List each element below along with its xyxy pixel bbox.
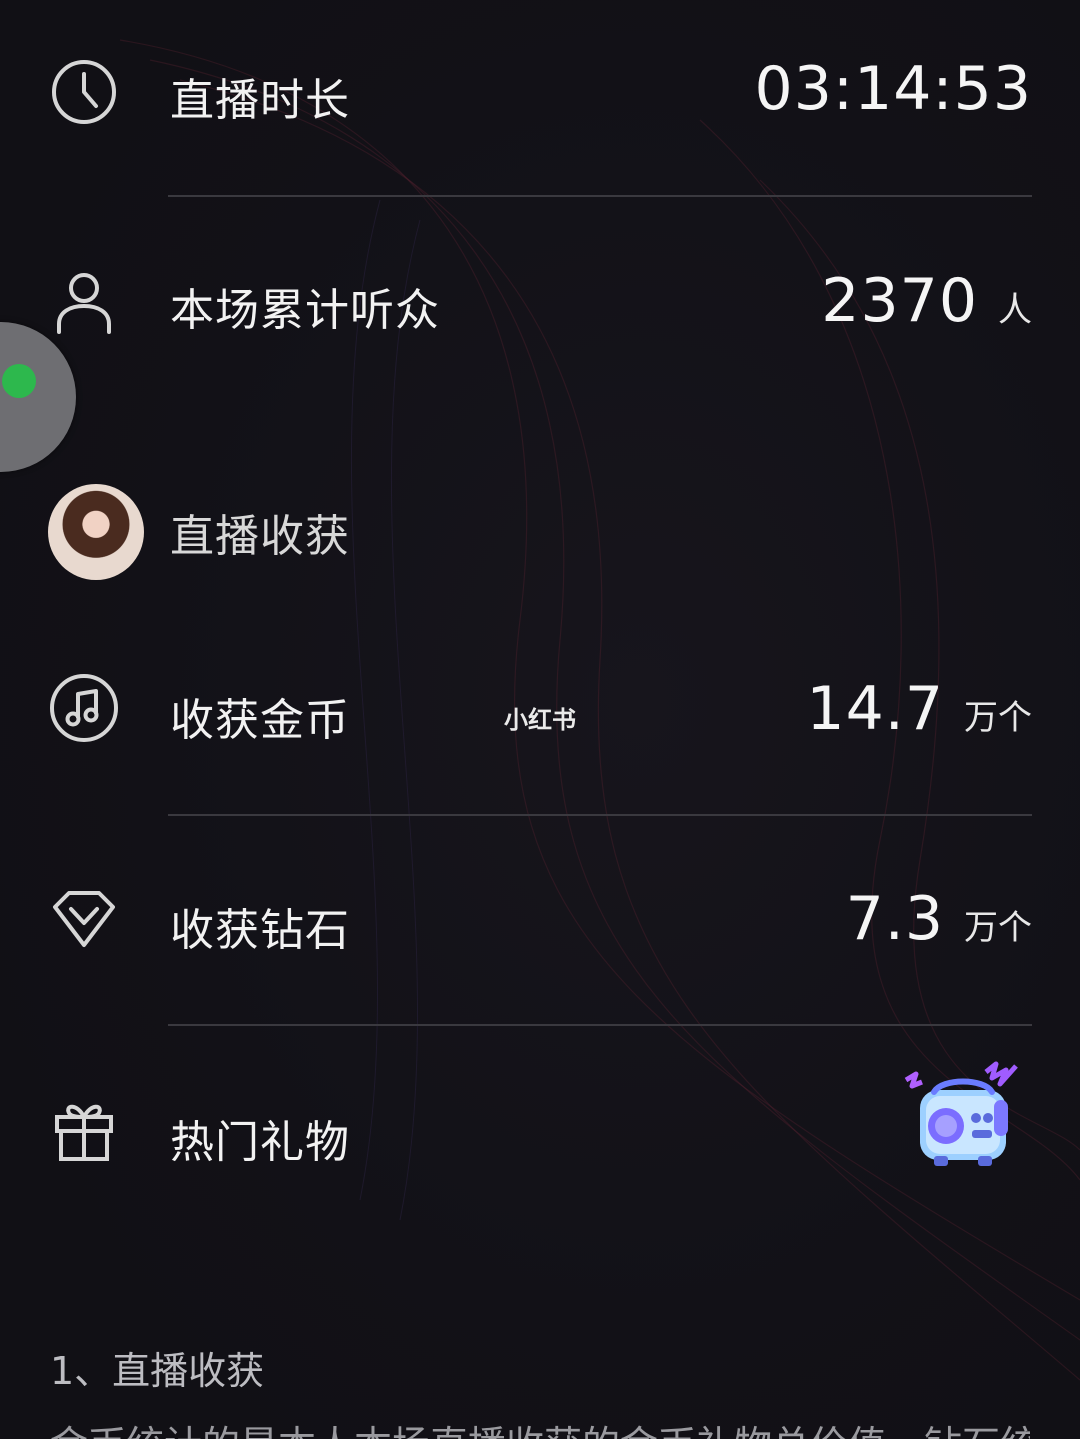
stat-label-diamonds: 收获钻石 — [170, 905, 350, 956]
divider — [168, 195, 1032, 197]
duration-number: 03:14:53 — [754, 54, 1032, 124]
listeners-unit: 人 — [998, 290, 1032, 330]
coins-unit: 万个 — [964, 698, 1032, 738]
music-note-icon — [48, 672, 120, 744]
stat-value-duration: 03:14:53 — [755, 54, 1032, 124]
stat-row-listeners: 本场累计听众 2370 人 — [0, 266, 1080, 346]
section-title-earnings: 直播收获 — [170, 511, 350, 562]
live-summary-page: 直播时长 03:14:53 本场累计听众 2370 人 直播收获 收获金币 14… — [0, 0, 1080, 1439]
coins-number: 14.7 — [806, 674, 944, 744]
radio-gift-icon[interactable] — [898, 1060, 1028, 1170]
clock-icon — [48, 56, 120, 128]
stat-label-gifts: 热门礼物 — [170, 1117, 350, 1168]
stat-label-duration: 直播时长 — [170, 75, 350, 126]
stat-value-coins: 14.7 万个 — [806, 674, 1032, 744]
diamonds-unit: 万个 — [964, 908, 1032, 948]
stat-row-diamonds: 收获钻石 7.3 万个 — [0, 882, 1080, 962]
stat-value-diamonds: 7.3 万个 — [846, 884, 1032, 954]
wechat-icon — [2, 364, 36, 398]
divider — [168, 1024, 1032, 1026]
stat-row-duration: 直播时长 03:14:53 — [0, 54, 1080, 136]
avatar — [48, 484, 144, 580]
listeners-number: 2370 — [821, 266, 978, 336]
divider — [168, 814, 1032, 816]
diamond-icon — [48, 882, 120, 954]
watermark-logo: 小红书 — [504, 706, 576, 734]
gift-icon — [48, 1094, 120, 1166]
diamonds-number: 7.3 — [845, 884, 944, 954]
stat-label-listeners: 本场累计听众 — [170, 285, 440, 336]
notes-body: 金币统计的是本人本场直播收获的金币礼物总价值，钻石统计 — [50, 1420, 1030, 1439]
notes-title: 1、直播收获 — [50, 1349, 265, 1393]
user-icon — [48, 266, 120, 338]
stat-label-coins: 收获金币 — [170, 695, 350, 746]
stat-value-listeners: 2370 人 — [821, 266, 1032, 336]
